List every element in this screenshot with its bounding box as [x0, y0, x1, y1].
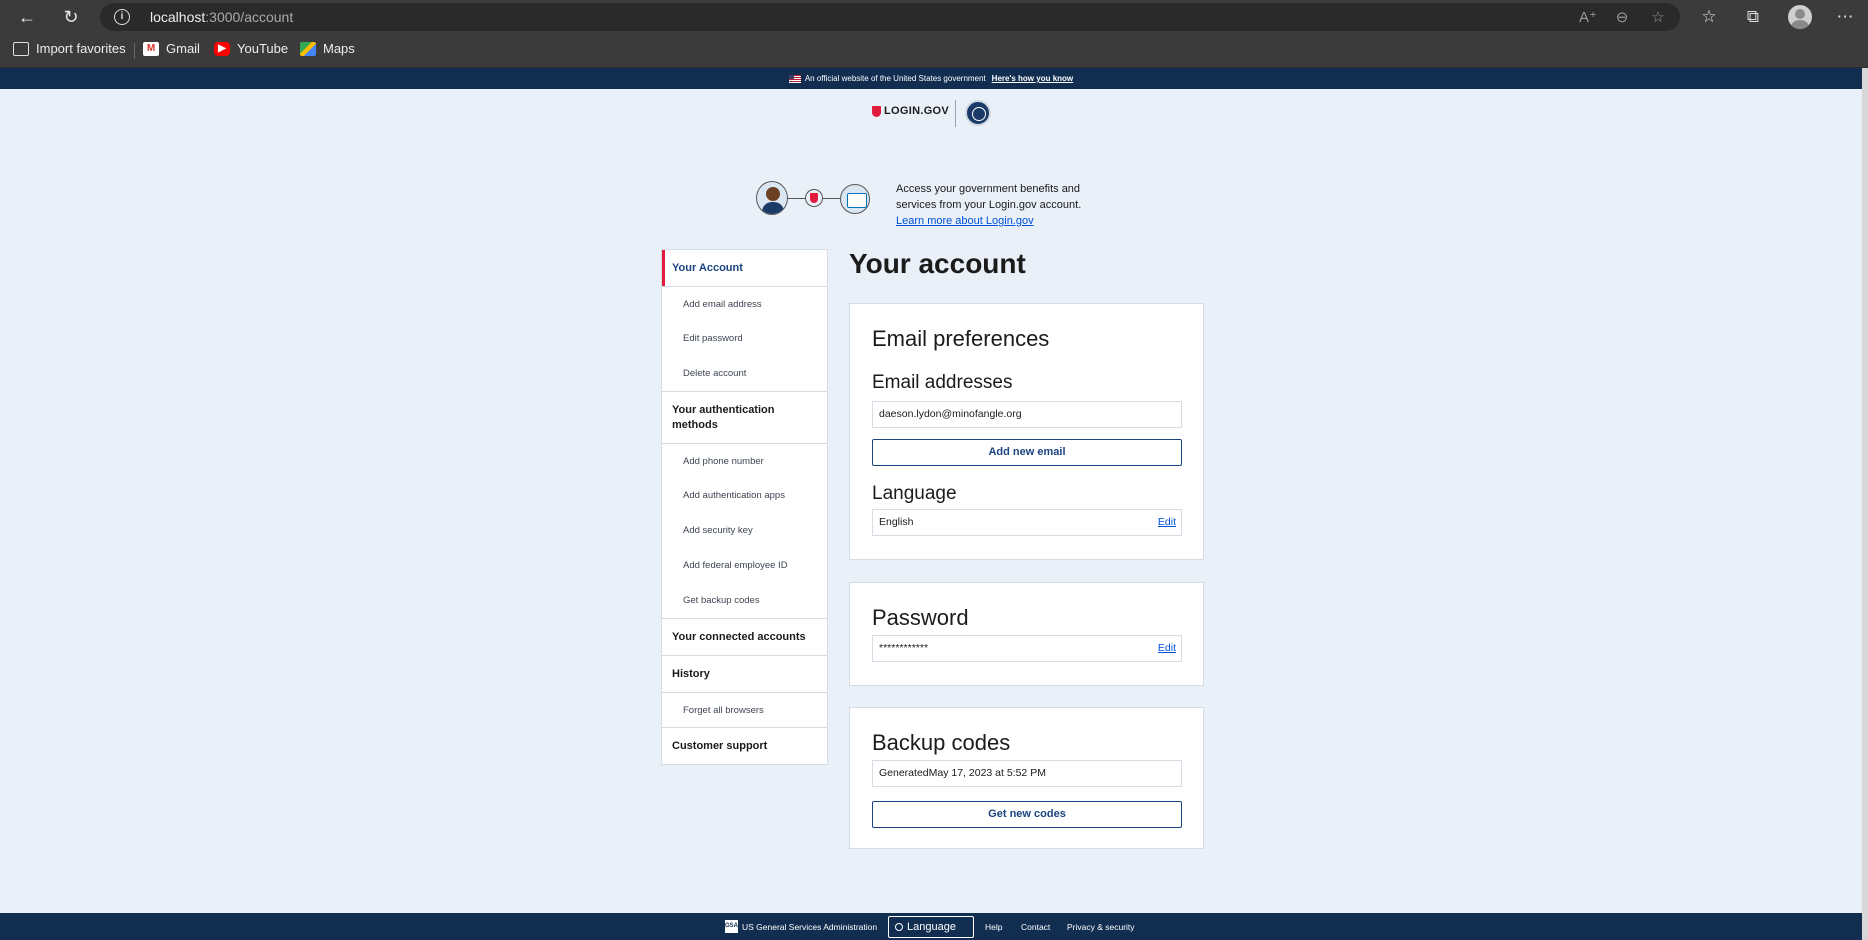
gmail-icon: M	[143, 41, 159, 56]
id-card-icon	[840, 184, 870, 214]
nav-add-email-address[interactable]: Add email address	[662, 286, 827, 321]
email-address-field: daeson.lydon@minofangle.org	[872, 401, 1182, 428]
profile-avatar[interactable]	[1788, 5, 1812, 29]
email-preferences-heading: Email preferences	[872, 326, 1050, 351]
gov-banner: An official website of the United States…	[0, 68, 1862, 89]
backup-codes-heading: Backup codes	[872, 730, 1011, 755]
address-bar[interactable]: i localhost:3000/account A⁺ ⊖ ☆	[100, 3, 1680, 31]
bookmark-maps[interactable]: Maps	[300, 41, 355, 56]
email-address-value: daeson.lydon@minofangle.org	[879, 408, 1022, 420]
import-icon	[13, 41, 29, 56]
language-value: English	[879, 516, 914, 528]
page-title: Your account	[849, 248, 1026, 279]
url-text[interactable]: localhost:3000/account	[150, 9, 293, 25]
add-new-email-button[interactable]: Add new email	[872, 439, 1182, 466]
bookmark-import-favorites[interactable]: Import favorites	[13, 41, 126, 56]
footer: GSA US General Services Administration L…	[0, 913, 1862, 940]
nav-label: History	[672, 667, 710, 680]
language-label: Language	[907, 921, 956, 933]
footer-help-link[interactable]: Help	[985, 922, 1002, 932]
edit-language-link[interactable]: Edit	[1158, 510, 1176, 535]
logo-divider	[955, 100, 956, 127]
nav-your-account[interactable]: Your Account	[662, 250, 827, 286]
bookmark-label: Maps	[323, 41, 355, 56]
more-options-icon[interactable]: ⋯	[1832, 4, 1858, 30]
bookmark-youtube[interactable]: ▶ YouTube	[214, 41, 288, 56]
globe-icon	[895, 923, 903, 932]
backup-codes-generated-text: GeneratedMay 17, 2023 at 5:52 PM	[879, 767, 1046, 779]
gov-banner-text: An official website of the United States…	[804, 74, 986, 83]
maps-icon	[300, 41, 316, 56]
gsa-text: US General Services Administration	[742, 921, 878, 932]
nav-label: Your connected accounts	[672, 630, 806, 643]
gsa-logo-icon: GSA	[725, 920, 738, 933]
nav-customer-support[interactable]: Customer support	[662, 727, 827, 764]
heres-how-you-know-link[interactable]: Here's how you know	[992, 74, 1073, 83]
nav-add-federal-employee-id[interactable]: Add federal employee ID	[662, 548, 827, 583]
browser-toolbar: ← ↻ i localhost:3000/account A⁺ ⊖ ☆ ☆ ⧉ …	[0, 0, 1868, 33]
nav-authentication-methods[interactable]: Your authentication methods	[662, 391, 827, 443]
youtube-icon: ▶	[214, 41, 230, 56]
language-field: English Edit	[872, 509, 1182, 536]
intro-text: Access your government benefits and serv…	[896, 181, 1096, 229]
nav-add-authentication-apps[interactable]: Add authentication apps	[662, 478, 827, 513]
language-button[interactable]: Language	[888, 916, 974, 938]
language-heading: Language	[872, 483, 957, 504]
logo-text: LOGIN.GOV	[884, 105, 950, 117]
site-info-icon[interactable]: i	[114, 9, 130, 25]
nav-label: Your Account	[672, 261, 743, 274]
nav-label: Your authentication methods	[672, 403, 775, 431]
login-gov-logo[interactable]: LOGIN.GOV	[872, 105, 949, 117]
bookmark-label: YouTube	[237, 41, 289, 56]
email-addresses-heading: Email addresses	[872, 372, 1013, 393]
footer-privacy-link[interactable]: Privacy & security	[1067, 922, 1135, 932]
footer-contact-link[interactable]: Contact	[1021, 922, 1050, 932]
password-heading: Password	[872, 605, 969, 630]
backup-codes-card: Backup codes GeneratedMay 17, 2023 at 5:…	[849, 707, 1204, 849]
add-favorite-icon[interactable]: ☆	[1648, 8, 1668, 26]
side-navigation: Your Account Add email address Edit pass…	[661, 249, 828, 765]
edit-password-link[interactable]: Edit	[1158, 636, 1176, 661]
nav-get-backup-codes[interactable]: Get backup codes	[662, 583, 827, 618]
gsa-footer-link[interactable]: GSA US General Services Administration	[725, 920, 877, 933]
collections-icon[interactable]: ⧉	[1740, 4, 1766, 30]
nav-label: Customer support	[672, 739, 768, 752]
reload-icon[interactable]: ↻	[58, 4, 84, 30]
zoom-out-icon[interactable]: ⊖	[1612, 8, 1632, 26]
favorites-icon[interactable]: ☆	[1696, 4, 1722, 30]
nav-add-phone-number[interactable]: Add phone number	[662, 443, 827, 478]
intro-illustration	[756, 181, 871, 217]
read-aloud-icon[interactable]: A⁺	[1578, 8, 1598, 26]
bookmarks-bar: Import favorites M Gmail ▶ YouTube Maps	[0, 33, 1868, 68]
nav-history[interactable]: History	[662, 655, 827, 692]
bookmark-gmail[interactable]: M Gmail	[143, 41, 200, 56]
nav-connected-accounts[interactable]: Your connected accounts	[662, 618, 827, 655]
back-icon[interactable]: ←	[14, 4, 40, 30]
us-flag-icon	[788, 74, 801, 83]
password-field: ************ Edit	[872, 635, 1182, 662]
nav-edit-password[interactable]: Edit password	[662, 321, 827, 356]
shield-badge-icon	[805, 189, 823, 207]
person-icon	[756, 181, 788, 215]
bookmark-label: Import favorites	[36, 41, 126, 56]
nav-add-security-key[interactable]: Add security key	[662, 513, 827, 548]
gsa-seal-icon	[965, 100, 991, 126]
scrollbar[interactable]	[1862, 68, 1868, 940]
email-preferences-card: Email preferences Email addresses daeson…	[849, 303, 1204, 560]
backup-codes-generated-field: GeneratedMay 17, 2023 at 5:52 PM	[872, 760, 1182, 787]
bookmark-separator	[134, 43, 135, 59]
password-value: ************	[879, 642, 929, 654]
learn-more-link[interactable]: Learn more about Login.gov	[896, 213, 1096, 229]
nav-forget-all-browsers[interactable]: Forget all browsers	[662, 692, 827, 727]
intro-description: Access your government benefits and serv…	[896, 183, 1082, 211]
shield-icon	[872, 105, 881, 117]
bookmark-label: Gmail	[166, 41, 200, 56]
password-card: Password ************ Edit	[849, 582, 1204, 686]
get-new-codes-button[interactable]: Get new codes	[872, 801, 1182, 828]
nav-delete-account[interactable]: Delete account	[662, 356, 827, 391]
